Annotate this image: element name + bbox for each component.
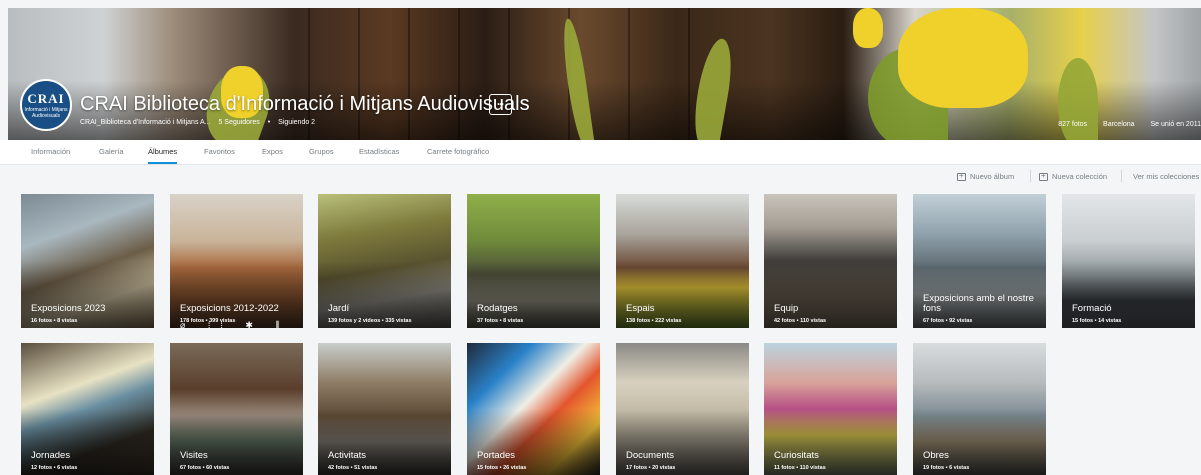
new-album-label: Nuevo álbum xyxy=(970,172,1015,181)
more-options-button[interactable]: ••• xyxy=(489,94,512,115)
album-title: Jardí xyxy=(328,303,350,314)
view-collections-link[interactable]: Ver mis colecciones xyxy=(1133,172,1199,181)
album-title: Activitats xyxy=(328,450,367,461)
avatar-subtext: Informació i Mitjans Audiovisuals xyxy=(24,107,68,119)
new-collection-label: Nueva colección xyxy=(1052,172,1108,181)
tab-galeria[interactable]: Galería xyxy=(99,147,124,156)
album-title: Exposicions 2023 xyxy=(31,303,106,314)
following-link[interactable]: Siguiendo 2 xyxy=(278,119,315,126)
divider xyxy=(1121,170,1122,182)
album-title: Exposicions amb el nostre fons xyxy=(923,293,1034,314)
tab-carrete[interactable]: Carrete fotográfico xyxy=(427,147,489,156)
more-icon: ••• xyxy=(497,101,504,108)
album-title: Espais xyxy=(626,303,655,314)
username: CRAI_Biblioteca d'Informació i Mitjans A… xyxy=(80,119,211,126)
profile-meta: CRAI_Biblioteca d'Informació i Mitjans A… xyxy=(80,119,321,126)
meta-separator: • xyxy=(267,119,271,126)
album-stats: 139 fotos y 2 videos • 335 vistas xyxy=(328,318,412,324)
joined-date: Se unió en 2011 xyxy=(1150,121,1201,128)
album-card[interactable]: Visites 67 fotos • 60 vistas xyxy=(170,343,303,475)
album-stats: 16 fotos • 8 vistas xyxy=(31,318,78,324)
album-title: Exposicions 2012-2022 xyxy=(180,303,279,314)
view-collections-label: Ver mis colecciones xyxy=(1133,172,1200,181)
profile-tabs: Información Galería Álbumes Favoritos Ex… xyxy=(0,140,1201,165)
album-card[interactable]: Equip 42 fotos • 110 vistas xyxy=(764,194,897,328)
album-stats: 67 fotos • 60 vistas xyxy=(180,465,230,471)
page-title: CRAI Biblioteca d'Informació i Mitjans A… xyxy=(80,93,530,115)
new-album-icon xyxy=(957,171,966,181)
tab-estadisticas[interactable]: Estadísticas xyxy=(359,147,399,156)
location: Barcelona xyxy=(1103,121,1135,128)
album-stats: 67 fotos • 92 vistas xyxy=(923,318,973,324)
album-stats: 19 fotos • 6 vistas xyxy=(923,465,970,471)
album-stats: 42 fotos • 110 vistas xyxy=(774,318,827,324)
photos-count: 827 fotos xyxy=(1058,121,1088,128)
tab-grupos[interactable]: Grupos xyxy=(309,147,334,156)
album-stats: 11 fotos • 110 vistas xyxy=(774,465,826,471)
profile-stats: 827 fotos Barcelona Se unió en 2011 xyxy=(1044,121,1201,128)
new-collection-button[interactable]: Nueva colección xyxy=(1039,171,1108,181)
album-card[interactable]: Curiositats 11 fotos • 110 vistas xyxy=(764,343,897,475)
album-stats: 15 fotos • 26 vistas xyxy=(477,465,527,471)
album-stats: 17 fotos • 20 vistas xyxy=(626,465,676,471)
album-title: Jornades xyxy=(31,450,71,461)
new-album-button[interactable]: Nuevo álbum xyxy=(957,171,1015,181)
album-stats: 37 fotos • 8 vistas xyxy=(477,318,524,324)
album-tools[interactable]: ⌀ ⁞⁞ ✱ ⫼ xyxy=(180,320,290,328)
album-card[interactable]: Rodatges 37 fotos • 8 vistas xyxy=(467,194,600,328)
album-title: Documents xyxy=(626,450,675,461)
album-card[interactable]: Portades 15 fotos • 26 vistas xyxy=(467,343,600,475)
tab-favoritos[interactable]: Favoritos xyxy=(204,147,235,156)
album-card[interactable]: Activitats 42 fotos • 51 vistas xyxy=(318,343,451,475)
followers-link[interactable]: 5 Seguidores xyxy=(218,119,259,126)
album-title: Visites xyxy=(180,450,208,461)
album-title: Formació xyxy=(1072,303,1112,314)
tab-informacion[interactable]: Información xyxy=(31,147,70,156)
album-card[interactable]: Formació 15 fotos • 14 vistas xyxy=(1062,194,1195,328)
avatar-logo-text: CRAI xyxy=(27,91,65,106)
album-card[interactable]: Jornades 12 fotos • 6 vistas xyxy=(21,343,154,475)
album-card[interactable]: Exposicions 2023 16 fotos • 8 vistas xyxy=(21,194,154,328)
album-stats: 15 fotos • 14 vistas xyxy=(1072,318,1122,324)
album-title: Rodatges xyxy=(477,303,518,314)
album-card[interactable]: Exposicions amb el nostre fons 67 fotos … xyxy=(913,194,1046,328)
album-card[interactable]: Jardí 139 fotos y 2 videos • 335 vistas xyxy=(318,194,451,328)
album-stats: 12 fotos • 6 vistas xyxy=(31,465,78,471)
album-stats: 138 fotos • 222 vistas xyxy=(626,318,682,324)
divider xyxy=(1030,170,1031,182)
album-card[interactable]: Obres 19 fotos • 6 vistas xyxy=(913,343,1046,475)
album-card[interactable]: Espais 138 fotos • 222 vistas xyxy=(616,194,749,328)
new-collection-icon xyxy=(1039,171,1048,181)
album-title: Portades xyxy=(477,450,516,461)
album-stats: 42 fotos • 51 vistas xyxy=(328,465,378,471)
album-card[interactable]: Documents 17 fotos • 20 vistas xyxy=(616,343,749,475)
album-title: Equip xyxy=(774,303,799,314)
tab-albumes[interactable]: Álbumes xyxy=(148,147,178,164)
album-card[interactable]: Exposicions 2012-2022 178 fotos • 399 vi… xyxy=(170,194,303,328)
album-title: Curiositats xyxy=(774,450,819,461)
tab-expos[interactable]: Expos xyxy=(262,147,283,156)
album-title: Obres xyxy=(923,450,949,461)
avatar[interactable]: CRAI Informació i Mitjans Audiovisuals xyxy=(20,79,72,131)
